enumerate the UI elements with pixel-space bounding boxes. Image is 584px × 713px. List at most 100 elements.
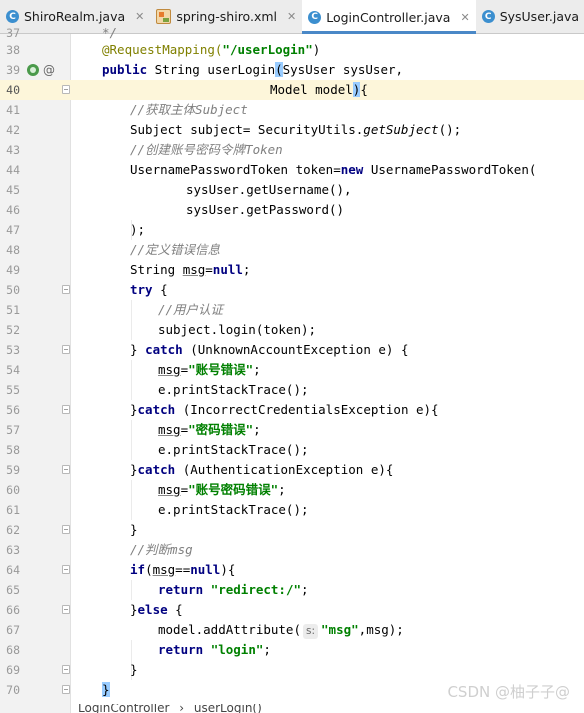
code-line[interactable]: 58 e.printStackTrace(); [0, 440, 584, 460]
code-text: String msg=null; [130, 262, 251, 277]
fold-toggle-icon[interactable] [62, 565, 70, 574]
code-text: }catch (AuthenticationException e){ [130, 462, 394, 477]
code-line[interactable]: 69 } [0, 660, 584, 680]
tab-label: SysUser.java [499, 9, 580, 24]
code-line[interactable]: 49 String msg=null; [0, 260, 584, 280]
line-number: 47 [6, 223, 20, 237]
fold-toggle-icon[interactable] [62, 85, 70, 94]
code-line[interactable]: 59 }catch (AuthenticationException e){ [0, 460, 584, 480]
fold-toggle-icon[interactable] [62, 465, 70, 474]
watermark: CSDN @柚子子@ [447, 683, 570, 701]
code-text: } [130, 522, 138, 537]
line-number: 61 [6, 503, 20, 517]
fold-toggle-icon[interactable] [62, 285, 70, 294]
line-number: 67 [6, 623, 20, 637]
java-class-icon: C [6, 10, 19, 23]
line-number: 65 [6, 583, 20, 597]
fold-toggle-icon[interactable] [62, 345, 70, 354]
parameter-hint: s: [303, 624, 319, 639]
code-line[interactable]: 57 msg="密码错误"; [0, 420, 584, 440]
code-text: msg="密码错误"; [158, 422, 261, 437]
code-text: } [102, 682, 110, 697]
code-text: }catch (IncorrectCredentialsException e)… [130, 402, 439, 417]
close-icon[interactable]: ✕ [135, 10, 144, 23]
code-line[interactable]: 65 return "redirect:/"; [0, 580, 584, 600]
code-line[interactable]: 41 //获取主体Subject [0, 100, 584, 120]
code-line[interactable]: 51 //用户认证 [0, 300, 584, 320]
code-editor[interactable]: 37 */ 38 @RequestMapping("/userLogin") 3… [0, 25, 584, 713]
line-number: 69 [6, 663, 20, 677]
code-text: //用户认证 [158, 302, 224, 317]
line-number: 68 [6, 643, 20, 657]
line-number: 54 [6, 363, 20, 377]
breadcrumb-separator: › [179, 704, 185, 713]
code-text: ); [130, 222, 146, 237]
line-number: 49 [6, 263, 20, 277]
line-number: 66 [6, 603, 20, 617]
breadcrumb: LoginController › userLogin() [0, 704, 584, 713]
line-number: 56 [6, 403, 20, 417]
code-text: //获取主体Subject [130, 102, 248, 117]
code-line[interactable]: 64 if(msg==null){ [0, 560, 584, 580]
code-line[interactable]: 60 msg="账号密码错误"; [0, 480, 584, 500]
code-text: msg="账号密码错误"; [158, 482, 286, 497]
fold-toggle-icon[interactable] [62, 405, 70, 414]
code-line[interactable]: 56 }catch (IncorrectCredentialsException… [0, 400, 584, 420]
code-text: return "redirect:/"; [158, 582, 309, 597]
code-line[interactable]: 50 try { [0, 280, 584, 300]
annotation-icon[interactable]: @ [43, 60, 55, 80]
line-number: 64 [6, 563, 20, 577]
code-line[interactable]: 61 e.printStackTrace(); [0, 500, 584, 520]
code-line[interactable]: 67 model.addAttribute(s: "msg",msg); [0, 620, 584, 640]
code-text: //判断msg [130, 542, 193, 557]
code-line[interactable]: 42 Subject subject= SecurityUtils.getSub… [0, 120, 584, 140]
code-line[interactable]: 46 sysUser.getPassword() [0, 200, 584, 220]
code-line[interactable]: 45 sysUser.getUsername(), [0, 180, 584, 200]
tab-label: spring-shiro.xml [176, 9, 278, 24]
code-text: UsernamePasswordToken token=new Username… [130, 162, 537, 177]
code-text: //创建账号密码令牌Token [130, 142, 283, 157]
code-line[interactable]: 55 e.printStackTrace(); [0, 380, 584, 400]
line-number: 57 [6, 423, 20, 437]
code-text: } catch (UnknownAccountException e) { [130, 342, 409, 357]
java-class-icon: C [481, 10, 495, 23]
code-line-current[interactable]: 40 Model model){ [0, 80, 584, 100]
breadcrumb-item-method[interactable]: userLogin() [194, 704, 262, 713]
code-line[interactable]: 63 //判断msg [0, 540, 584, 560]
line-number: 58 [6, 443, 20, 457]
code-line[interactable]: 68 return "login"; [0, 640, 584, 660]
code-line[interactable]: 52 subject.login(token); [0, 320, 584, 340]
line-number: 48 [6, 243, 20, 257]
code-line[interactable]: 44 UsernamePasswordToken token=new Usern… [0, 160, 584, 180]
code-line[interactable]: 54 msg="账号错误"; [0, 360, 584, 380]
code-text: sysUser.getPassword() [186, 202, 345, 217]
code-text: } [130, 662, 138, 677]
code-text: //定义错误信息 [130, 242, 221, 257]
code-line[interactable]: 62 } [0, 520, 584, 540]
code-line[interactable]: 38 @RequestMapping("/userLogin") [0, 40, 584, 60]
code-line[interactable]: 43 //创建账号密码令牌Token [0, 140, 584, 160]
code-line[interactable]: 47 ); [0, 220, 584, 240]
line-number: 70 [6, 683, 20, 697]
breadcrumb-item-class[interactable]: LoginController [78, 704, 169, 713]
close-icon[interactable]: ✕ [460, 11, 469, 24]
code-text: Model model){ [270, 82, 368, 97]
code-line[interactable]: 66 }else { [0, 600, 584, 620]
fold-toggle-icon[interactable] [62, 685, 70, 694]
line-number: 43 [6, 143, 20, 157]
code-text: subject.login(token); [158, 322, 317, 337]
fold-toggle-icon[interactable] [62, 605, 70, 614]
close-icon[interactable]: ✕ [287, 10, 296, 23]
fold-toggle-icon[interactable] [62, 525, 70, 534]
code-line[interactable]: 48 //定义错误信息 [0, 240, 584, 260]
code-text: Subject subject= SecurityUtils.getSubjec… [130, 122, 462, 137]
spring-bean-icon[interactable] [27, 64, 39, 76]
code-line[interactable]: 53 } catch (UnknownAccountException e) { [0, 340, 584, 360]
code-line[interactable]: 39 @ public String userLogin(SysUser sys… [0, 60, 584, 80]
xml-file-icon [156, 9, 172, 24]
line-number: 40 [6, 83, 20, 97]
code-text: if(msg==null){ [130, 562, 236, 577]
line-number: 59 [6, 463, 20, 477]
line-number: 62 [6, 523, 20, 537]
fold-toggle-icon[interactable] [62, 665, 70, 674]
